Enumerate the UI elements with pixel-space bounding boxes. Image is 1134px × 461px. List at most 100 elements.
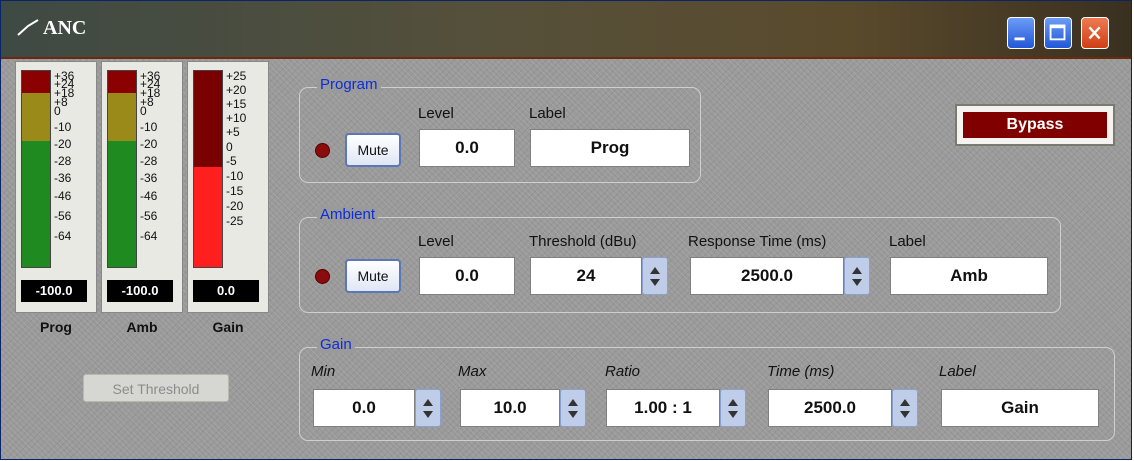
spin-up-icon[interactable] [568,399,578,406]
bypass-label: Bypass [963,112,1107,138]
prog-tick: -10 [54,120,72,134]
ambient-group-title: Ambient [317,206,379,223]
gain-time-spinner[interactable] [892,389,918,427]
amb-level-bar [107,70,137,268]
ambient-response-label: Response Time (ms) [688,233,827,250]
gain-time-field[interactable]: 2500.0 [768,389,892,427]
ambient-threshold-spinner[interactable] [642,257,668,295]
amb-scale: +36 +24 +18 +8 0 -10 -20 -28 -36 -46 -56… [140,70,182,268]
ambient-mute-led [315,269,330,284]
spin-up-icon[interactable] [728,399,738,406]
amb-tick: -64 [140,229,158,243]
program-mute-led [315,143,330,158]
ambient-threshold-label: Threshold (dBu) [529,233,637,250]
ambient-response-field[interactable]: 2500.0 [690,257,844,295]
window-title: ANC [43,17,87,39]
program-mute-button[interactable]: Mute [345,133,401,167]
gain-ratio-label: Ratio [605,363,641,380]
gain-time-label: Time (ms) [767,363,835,380]
gain-tick: +15 [226,97,247,111]
ambient-response-spinner[interactable] [844,257,870,295]
gain-tick: -15 [226,184,244,198]
prog-tick: 0 [54,104,61,118]
ambient-threshold-field[interactable]: 24 [530,257,642,295]
minimize-button[interactable] [1007,17,1035,49]
spin-up-icon[interactable] [852,267,862,274]
gain-min-field[interactable]: 0.0 [313,389,415,427]
amb-tick: -10 [140,120,158,134]
gain-ratio-field[interactable]: 1.00 : 1 [606,389,720,427]
gain-max-field[interactable]: 10.0 [460,389,560,427]
amb-seg-yellow [108,93,136,141]
prog-level-bar [21,70,51,268]
gain-tick: 0 [226,140,233,154]
gain-tick: -5 [226,154,237,168]
prog-meter: +36 +24 +18 +8 0 -10 -20 -28 -36 -46 -56… [15,61,97,313]
gain-meter: +25 +20 +15 +10 +5 0 -5 -10 -15 -20 -25 … [187,61,269,313]
prog-tick: -28 [54,154,72,168]
ambient-label-label: Label [889,233,926,250]
gain-tick: +10 [226,111,247,125]
amb-seg-red [108,71,136,93]
program-label-label: Label [529,105,566,122]
prog-scale: +36 +24 +18 +8 0 -10 -20 -28 -36 -46 -56… [54,70,96,268]
prog-tick: -56 [54,209,72,223]
gain-tick: +25 [226,69,247,83]
bypass-button[interactable]: Bypass [955,104,1115,146]
spin-up-icon[interactable] [650,267,660,274]
spin-down-icon[interactable] [900,411,910,418]
gain-tick: +5 [226,125,240,139]
amb-meter: +36 +24 +18 +8 0 -10 -20 -28 -36 -46 -56… [101,61,183,313]
ambient-level-label: Level [418,233,454,250]
prog-tick: -64 [54,229,72,243]
prog-seg-green [22,141,50,267]
spin-down-icon[interactable] [852,279,862,286]
gain-min-spinner[interactable] [415,389,441,427]
spin-down-icon[interactable] [728,411,738,418]
prog-tick: -20 [54,137,72,151]
amb-tick: -56 [140,209,158,223]
close-icon [1088,26,1101,40]
gain-scale: +25 +20 +15 +10 +5 0 -5 -10 -15 -20 -25 [226,70,268,268]
maximize-button[interactable] [1044,17,1072,49]
program-level-field[interactable]: 0.0 [419,129,515,167]
gain-max-spinner[interactable] [560,389,586,427]
gain-tick: -25 [226,214,244,228]
gain-ratio-spinner[interactable] [720,389,746,427]
close-button[interactable] [1081,17,1109,49]
amb-seg-green [108,141,136,267]
maximize-icon [1049,24,1066,41]
anc-logo-icon [17,19,39,36]
amb-tick: 0 [140,104,147,118]
spin-down-icon[interactable] [423,411,433,418]
spin-down-icon[interactable] [650,279,660,286]
set-threshold-button[interactable]: Set Threshold [83,374,229,402]
gain-group-title: Gain [317,336,355,353]
program-level-label: Level [418,105,454,122]
ambient-mute-button[interactable]: Mute [345,259,401,293]
gain-level-bar [193,70,223,268]
title-bar[interactable]: ANC [1,1,1131,59]
minimize-icon [1014,37,1025,41]
ambient-level-field[interactable]: 0.0 [419,257,515,295]
amb-tick: -28 [140,154,158,168]
gain-tick: +20 [226,83,247,97]
gain-seg-bright [194,167,222,267]
gain-min-label: Min [311,363,336,380]
prog-seg-red [22,71,50,93]
program-group-title: Program [317,76,381,93]
prog-readout: -100.0 [21,280,87,302]
gain-tick: -20 [226,199,244,213]
gain-label-label: Label [939,363,976,380]
prog-tick: -36 [54,171,72,185]
amb-meter-label: Amb [126,319,158,335]
gain-label-field[interactable]: Gain [941,389,1099,427]
ambient-label-field[interactable]: Amb [890,257,1048,295]
prog-tick: -46 [54,189,72,203]
gain-max-label: Max [458,363,487,380]
program-label-field[interactable]: Prog [530,129,690,167]
prog-seg-yellow [22,93,50,141]
spin-down-icon[interactable] [568,411,578,418]
spin-up-icon[interactable] [900,399,910,406]
spin-up-icon[interactable] [423,399,433,406]
